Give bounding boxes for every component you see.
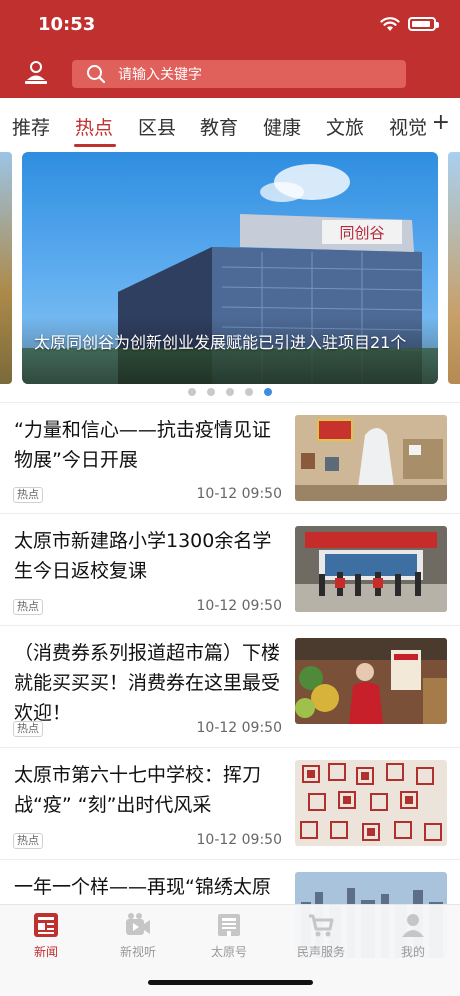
carousel-pagination [0, 388, 460, 396]
user-center-icon[interactable] [24, 60, 48, 86]
carousel-dot[interactable] [188, 388, 196, 396]
category-tabs: 推荐 热点 区县 教育 健康 文旅 视觉 + [0, 98, 460, 150]
battery-icon [408, 17, 439, 31]
tab-health[interactable]: 健康 [263, 113, 301, 140]
exhibition-photo[interactable] [295, 415, 447, 501]
tab-culture-travel[interactable]: 文旅 [326, 113, 364, 140]
news-title[interactable]: “力量和信心——抗击疫情见证物展”今日开展 [14, 415, 282, 475]
next-slide-peek[interactable] [448, 152, 460, 384]
wifi-icon [380, 17, 400, 31]
nav-news[interactable]: 新闻 [6, 911, 86, 960]
tab-education[interactable]: 教育 [200, 113, 238, 140]
nav-video[interactable]: 新视听 [98, 911, 178, 960]
active-tab-indicator [74, 144, 116, 147]
news-item[interactable]: 太原市第六十七中学校：挥刀战“疫” “刻”出时代风采 热点 10-12 09:5… [0, 747, 460, 859]
profile-icon [402, 914, 424, 937]
video-icon [126, 913, 150, 935]
search-icon [87, 65, 106, 84]
tab-hot[interactable]: 热点 [75, 113, 113, 140]
news-title[interactable]: （消费券系列报道超市篇）下楼就能买买买！消费券在这里最受欢迎！ [14, 638, 282, 728]
seal-carving-photo[interactable] [295, 760, 447, 846]
news-title[interactable]: 太原市第六十七中学校：挥刀战“疫” “刻”出时代风采 [14, 760, 282, 820]
news-title[interactable]: 太原市新建路小学1300余名学生今日返校复课 [14, 526, 282, 586]
account-icon [218, 914, 240, 936]
news-item[interactable]: 太原市新建路小学1300余名学生今日返校复课 热点 10-12 09:50 [0, 513, 460, 625]
search-placeholder[interactable]: 请输入关键字 [118, 64, 202, 84]
news-title[interactable]: 一年一个样——再现“锦绣太原 [14, 872, 282, 902]
supermarket-photo[interactable] [295, 638, 447, 724]
tab-recommend[interactable]: 推荐 [12, 113, 50, 140]
news-item[interactable]: （消费券系列报道超市篇）下楼就能买买买！消费券在这里最受欢迎！ 热点 10-12… [0, 625, 460, 747]
nav-label: 我的 [400, 945, 425, 959]
carousel-dot[interactable] [226, 388, 234, 396]
carousel-dot[interactable] [245, 388, 253, 396]
headline-carousel[interactable]: 同创谷 太原同创谷为创新创业发展赋能已引进入驻项目21个 [0, 150, 460, 402]
nav-me[interactable]: 我的 [373, 911, 453, 960]
building-sign: 同创谷 [339, 224, 384, 242]
carousel-dot[interactable] [207, 388, 215, 396]
nav-label: 太原号 [210, 945, 247, 959]
nav-label: 民声服务 [296, 945, 345, 959]
news-time: 10-12 09:50 [196, 832, 282, 848]
news-tag: 热点 [13, 833, 43, 849]
cart-icon [309, 914, 334, 937]
app-header: 10:53 请输入关键字 [0, 0, 460, 98]
tab-district[interactable]: 区县 [138, 113, 176, 140]
carousel-slide[interactable]: 同创谷 太原同创谷为创新创业发展赋能已引进入驻项目21个 [22, 152, 438, 384]
nav-taiyuan-account[interactable]: 太原号 [189, 911, 269, 960]
news-tag: 热点 [13, 721, 43, 737]
nav-label: 新视听 [119, 945, 156, 959]
news-icon [34, 913, 58, 937]
news-time: 10-12 09:50 [196, 486, 282, 502]
add-tab-icon[interactable]: + [432, 110, 450, 135]
news-item[interactable]: “力量和信心——抗击疫情见证物展”今日开展 热点 10-12 09:50 [0, 402, 460, 513]
carousel-caption[interactable]: 太原同创谷为创新创业发展赋能已引进入驻项目21个 [34, 332, 424, 354]
news-time: 10-12 09:50 [196, 720, 282, 736]
news-tag: 热点 [13, 599, 43, 615]
news-tag: 热点 [13, 487, 43, 503]
search-bar[interactable]: 请输入关键字 [72, 60, 406, 88]
home-indicator [148, 980, 313, 985]
nav-public-service[interactable]: 民声服务 [281, 911, 361, 960]
news-time: 10-12 09:50 [196, 598, 282, 614]
school-ceremony-photo[interactable] [295, 526, 447, 612]
nav-label: 新闻 [33, 945, 58, 959]
previous-slide-peek[interactable] [0, 152, 12, 384]
status-icons [380, 16, 439, 32]
tab-visual[interactable]: 视觉 [389, 113, 427, 140]
status-time: 10:53 [38, 14, 96, 35]
carousel-dot[interactable] [264, 388, 272, 396]
